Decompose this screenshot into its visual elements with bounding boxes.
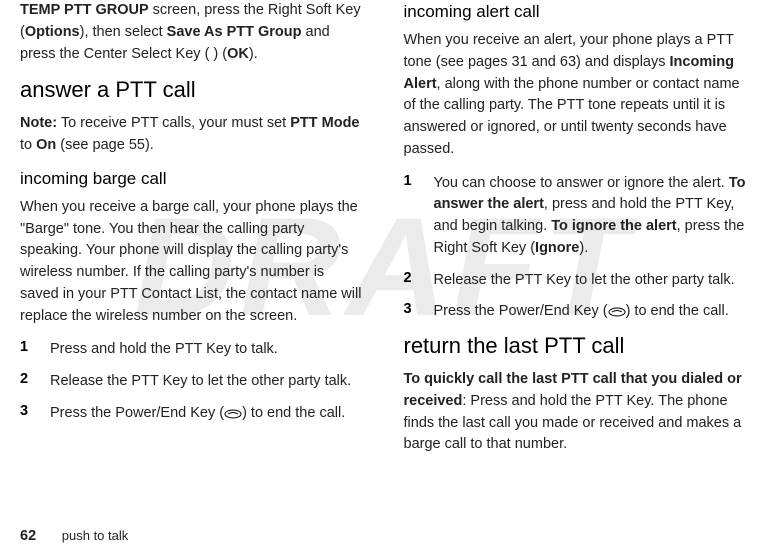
text-b: ) to end the call. (626, 303, 729, 319)
text: ), then select (80, 24, 167, 40)
step-text: Release the PTT Key to let the other par… (434, 270, 735, 292)
step-text: Press and hold the PTT Key to talk. (50, 339, 278, 361)
left-column: TEMP PTT GROUP screen, press the Right S… (20, 0, 364, 468)
list-item: 2 Release the PTT Key to let the other p… (20, 371, 364, 393)
end-key-icon (608, 301, 626, 323)
step-number: 3 (20, 403, 32, 425)
text: (see page 55). (56, 137, 154, 153)
list-item: 1 You can choose to answer or ignore the… (404, 173, 748, 260)
intro-paragraph: TEMP PTT GROUP screen, press the Right S… (20, 0, 364, 65)
text: Save As PTT Group (167, 24, 302, 40)
section-label: push to talk (62, 528, 129, 543)
text-b: ) to end the call. (242, 405, 345, 421)
step-text: Release the PTT Key to let the other par… (50, 371, 351, 393)
list-item: 3 Press the Power/End Key ( ) to end the … (20, 403, 364, 425)
list-item: 3 Press the Power/End Key ( ) to end the … (404, 301, 748, 323)
list-item: 1 Press and hold the PTT Key to talk. (20, 339, 364, 361)
text: To receive PTT calls, your must set (57, 115, 290, 131)
text: TEMP PTT GROUP (20, 2, 149, 18)
text: , along with the phone number or contact… (404, 76, 740, 157)
step-text: Press the Power/End Key ( ) to end the ca… (50, 403, 345, 425)
barge-paragraph: When you receive a barge call, your phon… (20, 197, 364, 328)
text: ). (579, 240, 588, 256)
footer: 62 push to talk (20, 528, 128, 544)
heading-incoming-barge: incoming barge call (20, 169, 364, 189)
step-number: 3 (404, 301, 416, 323)
step-number: 1 (20, 339, 32, 361)
heading-answer-ptt: answer a PTT call (20, 77, 364, 103)
text: Ignore (535, 240, 579, 256)
list-item: 2 Release the PTT Key to let the other p… (404, 270, 748, 292)
text: OK (227, 46, 249, 62)
step-number: 1 (404, 173, 416, 260)
text: Options (25, 24, 80, 40)
text: to (20, 137, 36, 153)
content-columns: TEMP PTT GROUP screen, press the Right S… (0, 0, 767, 468)
note-paragraph: Note: To receive PTT calls, your must se… (20, 113, 364, 157)
end-key-icon (224, 403, 242, 425)
heading-incoming-alert: incoming alert call (404, 2, 748, 22)
page-number: 62 (20, 528, 36, 544)
right-column: incoming alert call When you receive an … (404, 0, 748, 468)
step-number: 2 (404, 270, 416, 292)
step-number: 2 (20, 371, 32, 393)
text: You can choose to answer or ignore the a… (434, 175, 729, 191)
alert-paragraph: When you receive an alert, your phone pl… (404, 30, 748, 161)
text: PTT Mode (290, 115, 359, 131)
text: Note: (20, 115, 57, 131)
text-a: Press the Power/End Key ( (50, 405, 224, 421)
text: ). (249, 46, 258, 62)
step-text: You can choose to answer or ignore the a… (434, 173, 748, 260)
text: On (36, 137, 56, 153)
heading-return-last-ptt: return the last PTT call (404, 333, 748, 359)
text: To ignore the alert (551, 218, 676, 234)
text-a: Press the Power/End Key ( (434, 303, 608, 319)
return-paragraph: To quickly call the last PTT call that y… (404, 369, 748, 456)
step-text: Press the Power/End Key ( ) to end the ca… (434, 301, 729, 323)
